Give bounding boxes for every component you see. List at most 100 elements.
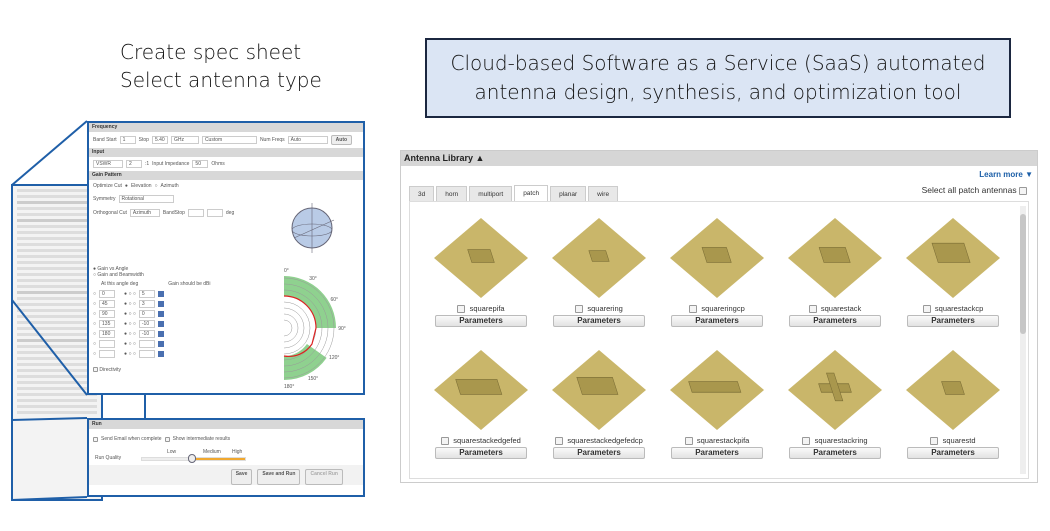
antenna-checkbox[interactable]: [930, 437, 939, 446]
save-and-run-button[interactable]: Save and Run: [257, 469, 301, 485]
input-type-select[interactable]: VSWR: [93, 160, 123, 168]
antenna-squarepifa-image[interactable]: [431, 214, 531, 302]
band-start-input[interactable]: 1: [119, 136, 136, 144]
comparator-radios[interactable]: ● ○ ○: [124, 301, 136, 307]
scrollbar-thumb[interactable]: [1020, 214, 1026, 334]
comparator-radios[interactable]: ● ○ ○: [124, 321, 136, 327]
parameters-button[interactable]: Parameters: [553, 447, 645, 460]
row-action-icon[interactable]: [157, 351, 164, 357]
library-header[interactable]: Antenna Library ▲: [401, 151, 1037, 166]
symmetry-select[interactable]: Rotational: [118, 195, 174, 203]
row-radio[interactable]: ○: [93, 291, 96, 297]
parameters-button[interactable]: Parameters: [435, 447, 527, 460]
row-radio[interactable]: ○: [93, 321, 96, 327]
email-checkbox[interactable]: [93, 436, 98, 442]
num-freqs-input[interactable]: Auto: [287, 136, 328, 144]
angle-input[interactable]: 0: [99, 290, 116, 298]
antenna-squarestd-image[interactable]: [903, 346, 1003, 434]
parameters-button[interactable]: Parameters: [671, 447, 763, 460]
antenna-squarestackedgefed-image[interactable]: [431, 346, 531, 434]
antenna-squarestackring-image[interactable]: [785, 346, 885, 434]
scrollbar[interactable]: [1020, 206, 1026, 474]
slider-handle[interactable]: [188, 454, 196, 463]
cancel-run-button[interactable]: Cancel Run: [305, 469, 343, 485]
antenna-checkbox[interactable]: [684, 437, 693, 446]
antenna-squareringcp-image[interactable]: [667, 214, 767, 302]
select-all-checkbox[interactable]: [1019, 186, 1027, 195]
angle-input[interactable]: 90: [99, 310, 116, 318]
parameters-button[interactable]: Parameters: [907, 447, 999, 460]
row-radio[interactable]: ○: [93, 351, 96, 357]
antenna-squarestackedgefedcp-image[interactable]: [549, 346, 649, 434]
gain-input[interactable]: [138, 350, 155, 358]
bandstop-input-2[interactable]: [206, 209, 223, 217]
gain-input[interactable]: -10: [138, 320, 155, 328]
unit-select[interactable]: GHz: [170, 136, 199, 144]
row-action-icon[interactable]: [157, 321, 164, 327]
tab-multiport[interactable]: multiport: [469, 186, 513, 202]
antenna-squarestack-image[interactable]: [785, 214, 885, 302]
antenna-checkbox[interactable]: [689, 305, 698, 314]
tab-horn[interactable]: horn: [436, 186, 468, 202]
parameters-button[interactable]: Parameters: [553, 315, 645, 328]
angle-input[interactable]: 45: [99, 300, 116, 308]
run-quality-slider[interactable]: [141, 454, 246, 463]
parameters-button[interactable]: Parameters: [789, 447, 881, 460]
antenna-squarestackcp-image[interactable]: [903, 214, 1003, 302]
row-action-icon[interactable]: [157, 301, 164, 307]
radio-elevation[interactable]: ●: [125, 183, 128, 189]
row-action-icon[interactable]: [157, 311, 164, 317]
gain-input[interactable]: -10: [138, 330, 155, 338]
antenna-checkbox[interactable]: [457, 305, 466, 314]
row-radio[interactable]: ○: [93, 341, 96, 347]
mode-gain-beamwidth[interactable]: ○ Gain and Beamwidth: [93, 272, 273, 278]
tab-wire[interactable]: wire: [588, 186, 619, 202]
gain-input[interactable]: 5: [138, 290, 155, 298]
row-action-icon[interactable]: [157, 291, 164, 297]
intermediate-checkbox[interactable]: [164, 436, 170, 442]
row-radio[interactable]: ○: [93, 331, 96, 337]
parameters-button[interactable]: Parameters: [671, 315, 763, 328]
antenna-checkbox[interactable]: [802, 437, 811, 446]
row-radio[interactable]: ○: [93, 301, 96, 307]
angle-input[interactable]: [99, 340, 116, 348]
orth-cut-input[interactable]: Azimuth: [129, 209, 160, 217]
antenna-checkbox[interactable]: [575, 305, 584, 314]
comparator-radios[interactable]: ● ○ ○: [124, 291, 136, 297]
bandstop-input-1[interactable]: [187, 209, 204, 217]
parameters-button[interactable]: Parameters: [907, 315, 999, 328]
save-button[interactable]: Save: [230, 469, 253, 485]
comparator-radios[interactable]: ● ○ ○: [124, 351, 136, 357]
angle-input[interactable]: [99, 350, 116, 358]
impedance-input[interactable]: 50: [192, 160, 209, 168]
row-radio[interactable]: ○: [93, 311, 96, 317]
tab-planar[interactable]: planar: [550, 186, 587, 202]
learn-more-link[interactable]: Learn more ▼: [979, 170, 1033, 179]
antenna-checkbox[interactable]: [808, 305, 817, 314]
comparator-radios[interactable]: ● ○ ○: [124, 341, 136, 347]
gain-input[interactable]: 3: [138, 300, 155, 308]
row-action-icon[interactable]: [157, 341, 164, 347]
parameters-button[interactable]: Parameters: [789, 315, 881, 328]
angle-input[interactable]: 135: [99, 320, 116, 328]
row-action-icon[interactable]: [157, 331, 164, 337]
antenna-checkbox[interactable]: [441, 437, 450, 446]
antenna-squarestackpifa-image[interactable]: [667, 346, 767, 434]
tab-3d[interactable]: 3d: [409, 186, 435, 202]
antenna-checkbox[interactable]: [922, 305, 931, 314]
auto-button[interactable]: Auto: [330, 135, 353, 145]
vswr-input[interactable]: 2: [126, 160, 142, 168]
antenna-checkbox[interactable]: [555, 437, 564, 446]
directivity-checkbox[interactable]: Directivity: [93, 367, 273, 373]
gain-input[interactable]: 0: [138, 310, 155, 318]
antenna-squarering-image[interactable]: [549, 214, 649, 302]
radio-azimuth[interactable]: ○: [155, 183, 158, 189]
angle-input[interactable]: 180: [99, 330, 116, 338]
comparator-radios[interactable]: ● ○ ○: [124, 311, 136, 317]
gain-input[interactable]: [138, 340, 155, 348]
tab-patch[interactable]: patch: [514, 185, 549, 201]
comparator-radios[interactable]: ● ○ ○: [124, 331, 136, 337]
stop-input[interactable]: 5.40: [151, 136, 168, 144]
parameters-button[interactable]: Parameters: [435, 315, 527, 328]
mode-select[interactable]: Custom: [201, 136, 257, 144]
